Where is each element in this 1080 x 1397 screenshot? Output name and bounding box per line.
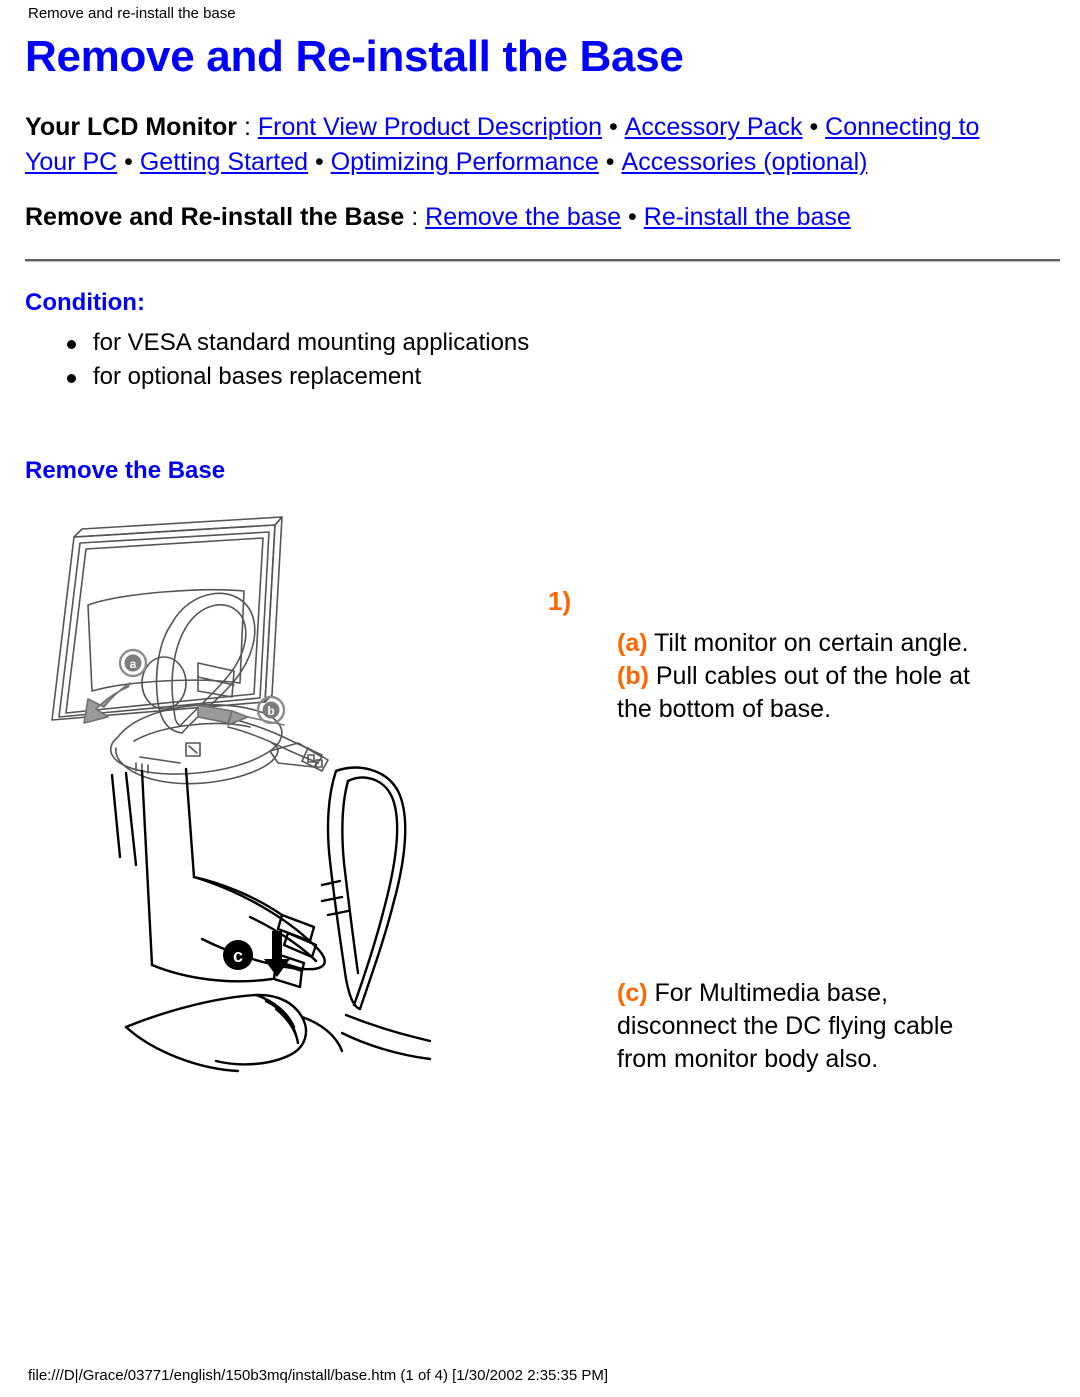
remove-the-base-heading: Remove the Base	[25, 457, 226, 484]
dc-cable-disconnect-illustration: c	[110, 766, 432, 1073]
step-text-a-b: (a) Tilt monitor on certain angle. (b) P…	[617, 627, 997, 726]
step-body-b: Pull cables out of the hole at the botto…	[617, 662, 970, 723]
callout-a-icon: a	[118, 648, 148, 678]
condition-list: for VESA standard mounting applications …	[25, 326, 1035, 394]
callout-b-icon: b	[256, 695, 286, 725]
step-text-c: (c) For Multimedia base, disconnect the …	[617, 977, 997, 1076]
bullet-separator-icon: •	[124, 148, 133, 176]
link-optimizing-performance[interactable]: Optimizing Performance	[331, 148, 599, 176]
bullet-separator-icon: •	[605, 148, 615, 176]
condition-heading: Condition:	[25, 289, 145, 316]
breadcrumb-colon-1: :	[237, 113, 258, 141]
link-getting-started[interactable]: Getting Started	[140, 148, 308, 176]
bullet-separator-icon: •	[608, 113, 618, 141]
step-body-a: Tilt monitor on certain angle.	[647, 629, 969, 657]
breadcrumb-monitor: Your LCD Monitor : Front View Product De…	[25, 110, 1035, 180]
breadcrumb-label-base: Remove and Re-install the Base	[25, 203, 405, 231]
link-remove-the-base[interactable]: Remove the base	[425, 203, 621, 231]
svg-text:b: b	[267, 704, 274, 718]
horizontal-divider	[25, 259, 1060, 262]
callout-c-icon: c	[223, 940, 253, 970]
bullet-separator-icon: •	[628, 203, 637, 231]
link-front-view-product-description[interactable]: Front View Product Description	[258, 113, 602, 141]
bullet-separator-icon: •	[314, 148, 324, 176]
step-mark-b: (b)	[617, 662, 649, 690]
link-accessories-optional[interactable]: Accessories (optional)	[622, 148, 868, 176]
list-item: for VESA standard mounting applications	[65, 326, 1035, 360]
step-number-1: 1)	[548, 586, 572, 616]
svg-text:a: a	[130, 657, 137, 671]
bullet-separator-icon: •	[809, 113, 819, 141]
monitor-rear-view-illustration: a b	[51, 516, 329, 785]
list-item: for optional bases replacement	[65, 360, 1035, 394]
step-body-c: For Multimedia base, disconnect the DC f…	[617, 979, 954, 1073]
link-accessory-pack[interactable]: Accessory Pack	[625, 113, 803, 141]
browser-print-header: Remove and re-install the base	[28, 5, 236, 22]
step-mark-a: (a)	[617, 629, 648, 657]
breadcrumb-colon-2: :	[404, 203, 426, 231]
svg-text:c: c	[233, 946, 243, 966]
link-re-install-the-base[interactable]: Re-install the base	[644, 203, 851, 231]
breadcrumb-label-monitor: Your LCD Monitor	[25, 113, 237, 141]
step-mark-c: (c)	[617, 979, 648, 1007]
breadcrumb-base: Remove and Re-install the Base : Remove …	[25, 200, 1035, 235]
document-content: Remove and Re-install the Base Your LCD …	[25, 30, 1060, 486]
browser-print-footer: file:///D|/Grace/03771/english/150b3mq/i…	[28, 1367, 609, 1384]
remove-base-figure-area: a b c	[0, 495, 1080, 1195]
page-title: Remove and Re-install the Base	[25, 32, 684, 81]
